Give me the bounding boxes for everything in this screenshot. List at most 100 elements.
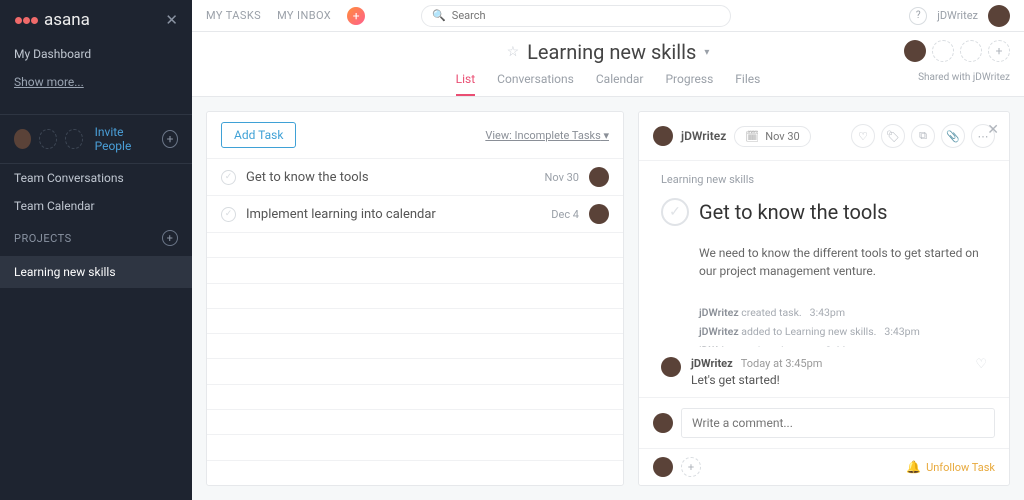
attachment-icon[interactable]: 📎 (941, 124, 965, 148)
task-detail-pane: ✕ jDWritez 🗓 Nov 30 ♡ 🏷 ⧉ 📎 ⋯ (638, 111, 1010, 486)
comment-author: jDWritez (691, 357, 733, 370)
like-icon[interactable]: ♡ (851, 124, 875, 148)
tag-icon[interactable]: 🏷 (881, 124, 905, 148)
followers-row: + 🔔 Unfollow Task (639, 448, 1009, 485)
complete-checkbox[interactable] (221, 207, 236, 222)
comment-text: Let's get started! (691, 373, 965, 387)
add-member-slot[interactable] (960, 40, 982, 62)
sidebar: asana ✕ My Dashboard Show more... Invite… (0, 0, 192, 500)
complete-checkbox[interactable]: ✓ (661, 198, 689, 226)
plus-icon[interactable]: + (162, 130, 178, 148)
due-date-button[interactable]: 🗓 Nov 30 (734, 126, 810, 147)
shared-with-label: Shared with jDWritez (918, 72, 1010, 83)
add-task-button[interactable]: Add Task (221, 122, 296, 148)
show-more-link[interactable]: Show more... (0, 68, 192, 96)
empty-row[interactable] (207, 283, 623, 308)
my-dashboard-link[interactable]: My Dashboard (0, 40, 192, 68)
chevron-down-icon[interactable]: ▾ (704, 47, 709, 58)
comment-timestamp: Today at 3:45pm (741, 357, 823, 370)
task-row[interactable]: Get to know the tools Nov 30 (207, 158, 623, 195)
team-calendar-link[interactable]: Team Calendar (0, 192, 192, 220)
activity-item: jDWritez created task.3:43pm (699, 304, 987, 323)
add-member-button[interactable]: + (988, 40, 1010, 62)
task-list-pane: Add Task View: Incomplete Tasks Get to k… (206, 111, 624, 486)
tab-conversations[interactable]: Conversations (497, 72, 574, 96)
user-avatar[interactable] (988, 5, 1010, 27)
unfollow-label: Unfollow Task (926, 461, 995, 474)
view-filter-dropdown[interactable]: View: Incomplete Tasks (485, 129, 609, 142)
calendar-icon: 🗓 (745, 130, 759, 143)
invite-row: Invite People + (0, 114, 192, 164)
search-field[interactable]: 🔍 (421, 5, 731, 27)
help-icon[interactable]: ? (909, 7, 927, 25)
task-title[interactable]: Implement learning into calendar (246, 207, 541, 222)
assignee-avatar[interactable] (589, 167, 609, 187)
project-header: ☆ Learning new skills ▾ + Shared with jD… (192, 32, 1024, 97)
close-icon[interactable]: ✕ (987, 122, 999, 138)
sidebar-project-item[interactable]: Learning new skills (0, 256, 192, 288)
task-project-tag[interactable]: Learning new skills (661, 173, 987, 186)
activity-log: jDWritez created task.3:43pm jDWritez ad… (661, 304, 987, 347)
comment-item: jDWritez Today at 3:45pm Let's get start… (639, 347, 1009, 397)
tab-progress[interactable]: Progress (665, 72, 713, 96)
member-avatar[interactable] (904, 40, 926, 62)
task-due-date: Nov 30 (545, 171, 579, 184)
subtask-icon[interactable]: ⧉ (911, 124, 935, 148)
empty-row[interactable] (207, 232, 623, 257)
task-title[interactable]: Get to know the tools (699, 200, 888, 224)
my-inbox-link[interactable]: MY INBOX (277, 9, 331, 22)
tab-calendar[interactable]: Calendar (596, 72, 644, 96)
task-due-date: Dec 4 (551, 208, 579, 221)
empty-row[interactable] (207, 384, 623, 409)
add-member-slot[interactable] (932, 40, 954, 62)
add-follower-button[interactable]: + (681, 457, 701, 477)
add-project-icon[interactable]: + (162, 230, 178, 246)
invite-slot[interactable] (65, 129, 83, 149)
empty-row[interactable] (207, 409, 623, 434)
like-comment-icon[interactable]: ♡ (975, 357, 987, 372)
unfollow-button[interactable]: 🔔 Unfollow Task (906, 460, 995, 474)
task-description[interactable]: We need to know the different tools to g… (661, 244, 987, 280)
follower-avatar[interactable] (653, 457, 673, 477)
invite-people-link[interactable]: Invite People (95, 125, 155, 153)
empty-row[interactable] (207, 257, 623, 282)
complete-checkbox[interactable] (221, 170, 236, 185)
empty-row[interactable] (207, 460, 623, 485)
comment-avatar[interactable] (661, 357, 681, 377)
logo[interactable]: asana (14, 10, 90, 30)
activity-item: jDWritez added to Learning new skills.3:… (699, 323, 987, 342)
tab-files[interactable]: Files (735, 72, 760, 96)
logo-icon (14, 17, 38, 24)
my-tasks-link[interactable]: MY TASKS (206, 9, 261, 22)
empty-row[interactable] (207, 333, 623, 358)
search-icon: 🔍 (432, 9, 446, 22)
project-tabs: List Conversations Calendar Progress Fil… (192, 64, 1024, 96)
user-avatar (653, 413, 673, 433)
empty-row[interactable] (207, 308, 623, 333)
tab-list[interactable]: List (456, 72, 476, 96)
search-input[interactable] (452, 9, 720, 22)
empty-row[interactable] (207, 434, 623, 459)
avatar[interactable] (14, 129, 31, 149)
user-name[interactable]: jDWritez (937, 9, 978, 22)
team-conversations-link[interactable]: Team Conversations (0, 164, 192, 192)
comment-input[interactable] (681, 408, 995, 438)
quick-add-button[interactable]: + (347, 7, 365, 25)
invite-slot[interactable] (39, 129, 57, 149)
assignee-name[interactable]: jDWritez (681, 129, 726, 143)
empty-row[interactable] (207, 358, 623, 383)
comment-composer (639, 397, 1009, 448)
projects-heading: PROJECTS + (0, 220, 192, 256)
assignee-avatar[interactable] (653, 126, 673, 146)
star-icon[interactable]: ☆ (507, 44, 520, 60)
topbar: MY TASKS MY INBOX + 🔍 ? jDWritez (192, 0, 1024, 32)
close-icon[interactable]: ✕ (165, 11, 178, 29)
brand-name: asana (44, 10, 90, 30)
bell-icon: 🔔 (906, 460, 921, 474)
task-row[interactable]: Implement learning into calendar Dec 4 (207, 195, 623, 232)
task-title[interactable]: Get to know the tools (246, 170, 535, 185)
due-date-value: Nov 30 (765, 130, 799, 143)
project-title[interactable]: Learning new skills (527, 40, 696, 64)
projects-label: PROJECTS (14, 232, 72, 245)
assignee-avatar[interactable] (589, 204, 609, 224)
